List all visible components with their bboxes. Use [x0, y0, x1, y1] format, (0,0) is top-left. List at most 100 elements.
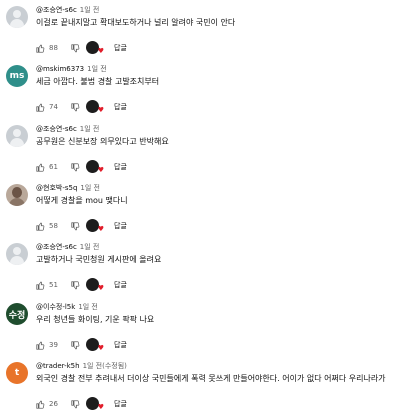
- heart-icon: ♥: [97, 225, 104, 233]
- creator-heart-badge: ♥: [86, 278, 104, 292]
- comment-time[interactable]: 1일 전: [80, 243, 100, 251]
- heart-icon: ♥: [97, 106, 104, 114]
- creator-heart-badge: ♥: [86, 160, 104, 174]
- comment-time[interactable]: 1일 전: [80, 184, 100, 192]
- creator-heart-badge: ♥: [86, 41, 104, 55]
- comment-author[interactable]: @조승연-s6c: [36, 125, 77, 133]
- comment-item: t @trader-k5h 1일 전(수정됨) 외국인 경찰 전부 추려내서 더이…: [0, 360, 407, 418]
- comment-list: @조승연-s6c 1일 전 이걸로 끝내지말고 확대보도하거나 널리 알려야 국민…: [0, 0, 407, 420]
- comment-text: 이걸로 끝내지말고 확대보도하거나 널리 알려야 국민이 안다: [36, 18, 236, 27]
- heart-icon: ♥: [97, 284, 104, 292]
- comment-actions: 88 ♥ 답글: [36, 41, 127, 55]
- heart-icon: ♥: [97, 403, 104, 411]
- dislike-button[interactable]: [71, 280, 80, 290]
- like-button[interactable]: [36, 281, 45, 290]
- comment-author[interactable]: @조승연-s6c: [36, 6, 77, 14]
- comment-actions: 39 ♥ 답글: [36, 338, 127, 352]
- reply-button[interactable]: 답글: [114, 399, 127, 409]
- reply-button[interactable]: 답글: [114, 280, 127, 290]
- like-count: 58: [49, 222, 58, 230]
- thumbs-down-icon: [71, 43, 80, 52]
- avatar[interactable]: t: [6, 362, 28, 384]
- thumbs-down-icon: [71, 221, 80, 230]
- reply-button[interactable]: 답글: [114, 162, 127, 172]
- like-count: 88: [49, 44, 58, 52]
- creator-heart-badge: ♥: [86, 219, 104, 233]
- creator-heart-badge: ♥: [86, 338, 104, 352]
- comment-item: @조승연-s6c 1일 전 고발하거나 국민청원 게시판에 올려요 51 ♥ 답글: [0, 241, 407, 299]
- reply-button[interactable]: 답글: [114, 102, 127, 112]
- avatar[interactable]: ms: [6, 65, 28, 87]
- like-button[interactable]: [36, 163, 45, 172]
- comment-actions: 61 ♥ 답글: [36, 160, 127, 174]
- comment-text: 고발하거나 국민청원 게시판에 올려요: [36, 255, 162, 264]
- reply-button[interactable]: 답글: [114, 340, 127, 350]
- comment-text: 외국인 경찰 전부 추려내서 더이상 국민들에게 폭력 못쓰게 만들어야한다. …: [36, 374, 386, 383]
- thumbs-down-icon: [71, 399, 80, 408]
- avatar[interactable]: [6, 6, 28, 28]
- dislike-button[interactable]: [71, 399, 80, 409]
- like-count: 51: [49, 281, 58, 289]
- heart-icon: ♥: [97, 166, 104, 174]
- comment-actions: 51 ♥ 답글: [36, 278, 127, 292]
- like-button[interactable]: [36, 400, 45, 409]
- dislike-button[interactable]: [71, 102, 80, 112]
- dislike-button[interactable]: [71, 43, 80, 53]
- comment-actions: 26 ♥ 답글: [36, 397, 127, 411]
- avatar[interactable]: 수정: [6, 303, 28, 325]
- like-button[interactable]: [36, 341, 45, 350]
- comment-text: 우리 청년들 화이팅, 기운 팍팍 나요: [36, 315, 155, 324]
- avatar[interactable]: [6, 125, 28, 147]
- comment-item: @현호박-s5q 1일 전 어떻게 경찰을 mou 맺다니 58 ♥ 답글: [0, 182, 407, 240]
- avatar[interactable]: [6, 243, 28, 265]
- comment-time[interactable]: 1일 전: [80, 6, 100, 14]
- like-count: 39: [49, 341, 58, 349]
- comment-author[interactable]: @trader-k5h: [36, 362, 80, 370]
- comment-time[interactable]: 1일 전: [87, 65, 107, 73]
- thumbs-down-icon: [71, 162, 80, 171]
- comment-author[interactable]: @조승연-s6c: [36, 243, 77, 251]
- thumbs-up-icon: [36, 44, 45, 53]
- reply-button[interactable]: 답글: [114, 221, 127, 231]
- creator-heart-badge: ♥: [86, 100, 104, 114]
- avatar-initials: t: [14, 368, 20, 378]
- dislike-button[interactable]: [71, 162, 80, 172]
- comment-actions: 58 ♥ 답글: [36, 219, 127, 233]
- thumbs-up-icon: [36, 281, 45, 290]
- comment-meta: @trader-k5h 1일 전(수정됨): [36, 361, 127, 371]
- comment-actions: 74 ♥ 답글: [36, 100, 127, 114]
- comment-meta: @현호박-s5q 1일 전: [36, 183, 100, 193]
- like-button[interactable]: [36, 44, 45, 53]
- like-button[interactable]: [36, 103, 45, 112]
- comment-time[interactable]: 1일 전: [78, 303, 98, 311]
- comment-time[interactable]: 1일 전(수정됨): [83, 362, 127, 370]
- comment-author[interactable]: @이수정-l5k: [36, 303, 75, 311]
- thumbs-up-icon: [36, 341, 45, 350]
- comment-time[interactable]: 1일 전: [80, 125, 100, 133]
- reply-button[interactable]: 답글: [114, 43, 127, 53]
- thumbs-up-icon: [36, 222, 45, 231]
- comment-item: ms @mskim6373 1일 전 세금 아깝다. 불법 경찰 고발조치부터 7…: [0, 63, 407, 121]
- like-count: 26: [49, 400, 58, 408]
- dislike-button[interactable]: [71, 221, 80, 231]
- comment-item: @조승연-s6c 1일 전 이걸로 끝내지말고 확대보도하거나 널리 알려야 국민…: [0, 4, 407, 62]
- comment-item: 수정 @이수정-l5k 1일 전 우리 청년들 화이팅, 기운 팍팍 나요 39 …: [0, 301, 407, 359]
- avatar[interactable]: [6, 184, 28, 206]
- dislike-button[interactable]: [71, 340, 80, 350]
- comment-text: 세금 아깝다. 불법 경찰 고발조치부터: [36, 77, 160, 86]
- comment-meta: @mskim6373 1일 전: [36, 64, 107, 74]
- thumbs-down-icon: [71, 280, 80, 289]
- avatar-initials: 수정: [8, 310, 26, 321]
- heart-icon: ♥: [97, 344, 104, 352]
- comment-text: 공무원은 신분보장 의무있다고 반박해요: [36, 137, 169, 146]
- comment-meta: @조승연-s6c 1일 전: [36, 124, 99, 134]
- thumbs-down-icon: [71, 340, 80, 349]
- thumbs-down-icon: [71, 102, 80, 111]
- like-button[interactable]: [36, 222, 45, 231]
- thumbs-up-icon: [36, 400, 45, 409]
- comment-author[interactable]: @mskim6373: [36, 65, 84, 73]
- comment-author[interactable]: @현호박-s5q: [36, 184, 77, 192]
- comment-meta: @조승연-s6c 1일 전: [36, 5, 99, 15]
- avatar-initials: ms: [9, 71, 25, 81]
- thumbs-up-icon: [36, 103, 45, 112]
